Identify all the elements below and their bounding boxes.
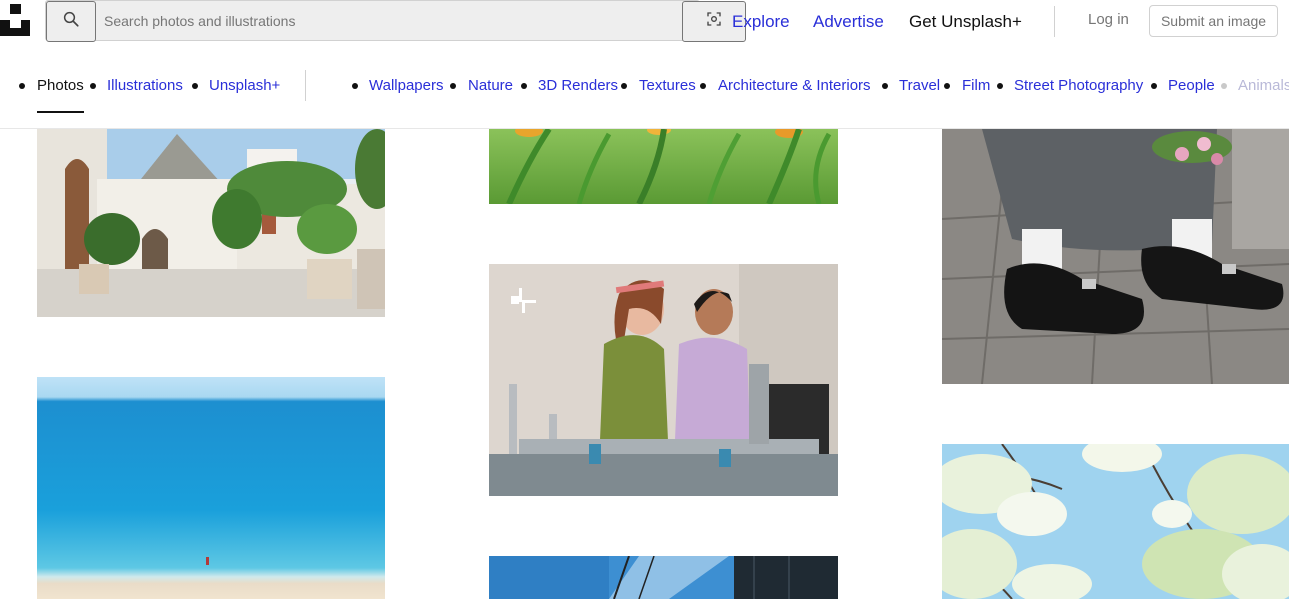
bullet-separator: [90, 83, 96, 89]
submit-image-button[interactable]: Submit an image: [1149, 5, 1278, 37]
topic-people[interactable]: People: [1168, 77, 1215, 94]
photo-image: [37, 129, 385, 317]
bullet-separator: [944, 83, 950, 89]
topic-architecture-interiors[interactable]: Architecture & Interiors: [718, 77, 871, 94]
nav-advertise-link[interactable]: Advertise: [813, 12, 884, 32]
photo-card[interactable]: [942, 444, 1289, 599]
category-photos[interactable]: Photos: [37, 77, 84, 94]
photo-image: [37, 377, 385, 599]
bullet-separator: [19, 83, 25, 89]
topic-textures[interactable]: Textures: [639, 77, 696, 94]
search-bar: [45, 0, 746, 42]
photo-image: [489, 129, 838, 204]
nav-get-unsplash-plus-link[interactable]: Get Unsplash+: [909, 12, 1022, 32]
active-category-indicator: [37, 111, 84, 113]
photo-card[interactable]: [37, 129, 385, 317]
photo-image: [489, 556, 838, 599]
bullet-separator: [1151, 83, 1157, 89]
topic-film[interactable]: Film: [962, 77, 990, 94]
search-input[interactable]: [104, 1, 624, 40]
bullet-separator: [621, 83, 627, 89]
bullet-separator: [192, 83, 198, 89]
photo-image: [942, 129, 1289, 384]
nav-divider: [1054, 6, 1055, 37]
topic-wallpapers[interactable]: Wallpapers: [369, 77, 443, 94]
login-link[interactable]: Log in: [1088, 11, 1129, 28]
top-navigation-bar: Explore Advertise Get Unsplash+ Log in S…: [0, 0, 1289, 44]
photo-card[interactable]: [37, 377, 385, 599]
unsplash-logo-icon[interactable]: [0, 4, 30, 36]
bullet-separator: [450, 83, 456, 89]
bullet-separator: [997, 83, 1003, 89]
category-unsplash-plus[interactable]: Unsplash+: [209, 77, 280, 94]
topic-nature[interactable]: Nature: [468, 77, 513, 94]
photo-card[interactable]: [489, 264, 838, 496]
photo-image: [942, 444, 1289, 599]
nav-explore-link[interactable]: Explore: [732, 12, 790, 32]
topic-travel[interactable]: Travel: [899, 77, 940, 94]
bullet-separator: [521, 83, 527, 89]
topic-3d-renders[interactable]: 3D Renders: [538, 77, 618, 94]
topic-animals[interactable]: Animals: [1238, 77, 1289, 94]
bullet-separator: [1221, 83, 1227, 89]
visual-search-icon: [706, 11, 722, 32]
bullet-separator: [882, 83, 888, 89]
search-button[interactable]: [46, 1, 96, 42]
bullet-separator: [700, 83, 706, 89]
photo-card[interactable]: [489, 556, 838, 599]
bullet-separator: [352, 83, 358, 89]
photo-card[interactable]: [489, 129, 838, 204]
category-navigation: Photos Illustrations Unsplash+ Wallpaper…: [0, 60, 1289, 129]
search-icon: [62, 10, 80, 33]
category-illustrations[interactable]: Illustrations: [107, 77, 183, 94]
photo-card[interactable]: [942, 129, 1289, 384]
category-divider: [305, 70, 306, 101]
photo-image: [489, 264, 838, 496]
topic-street-photography[interactable]: Street Photography: [1014, 77, 1143, 94]
